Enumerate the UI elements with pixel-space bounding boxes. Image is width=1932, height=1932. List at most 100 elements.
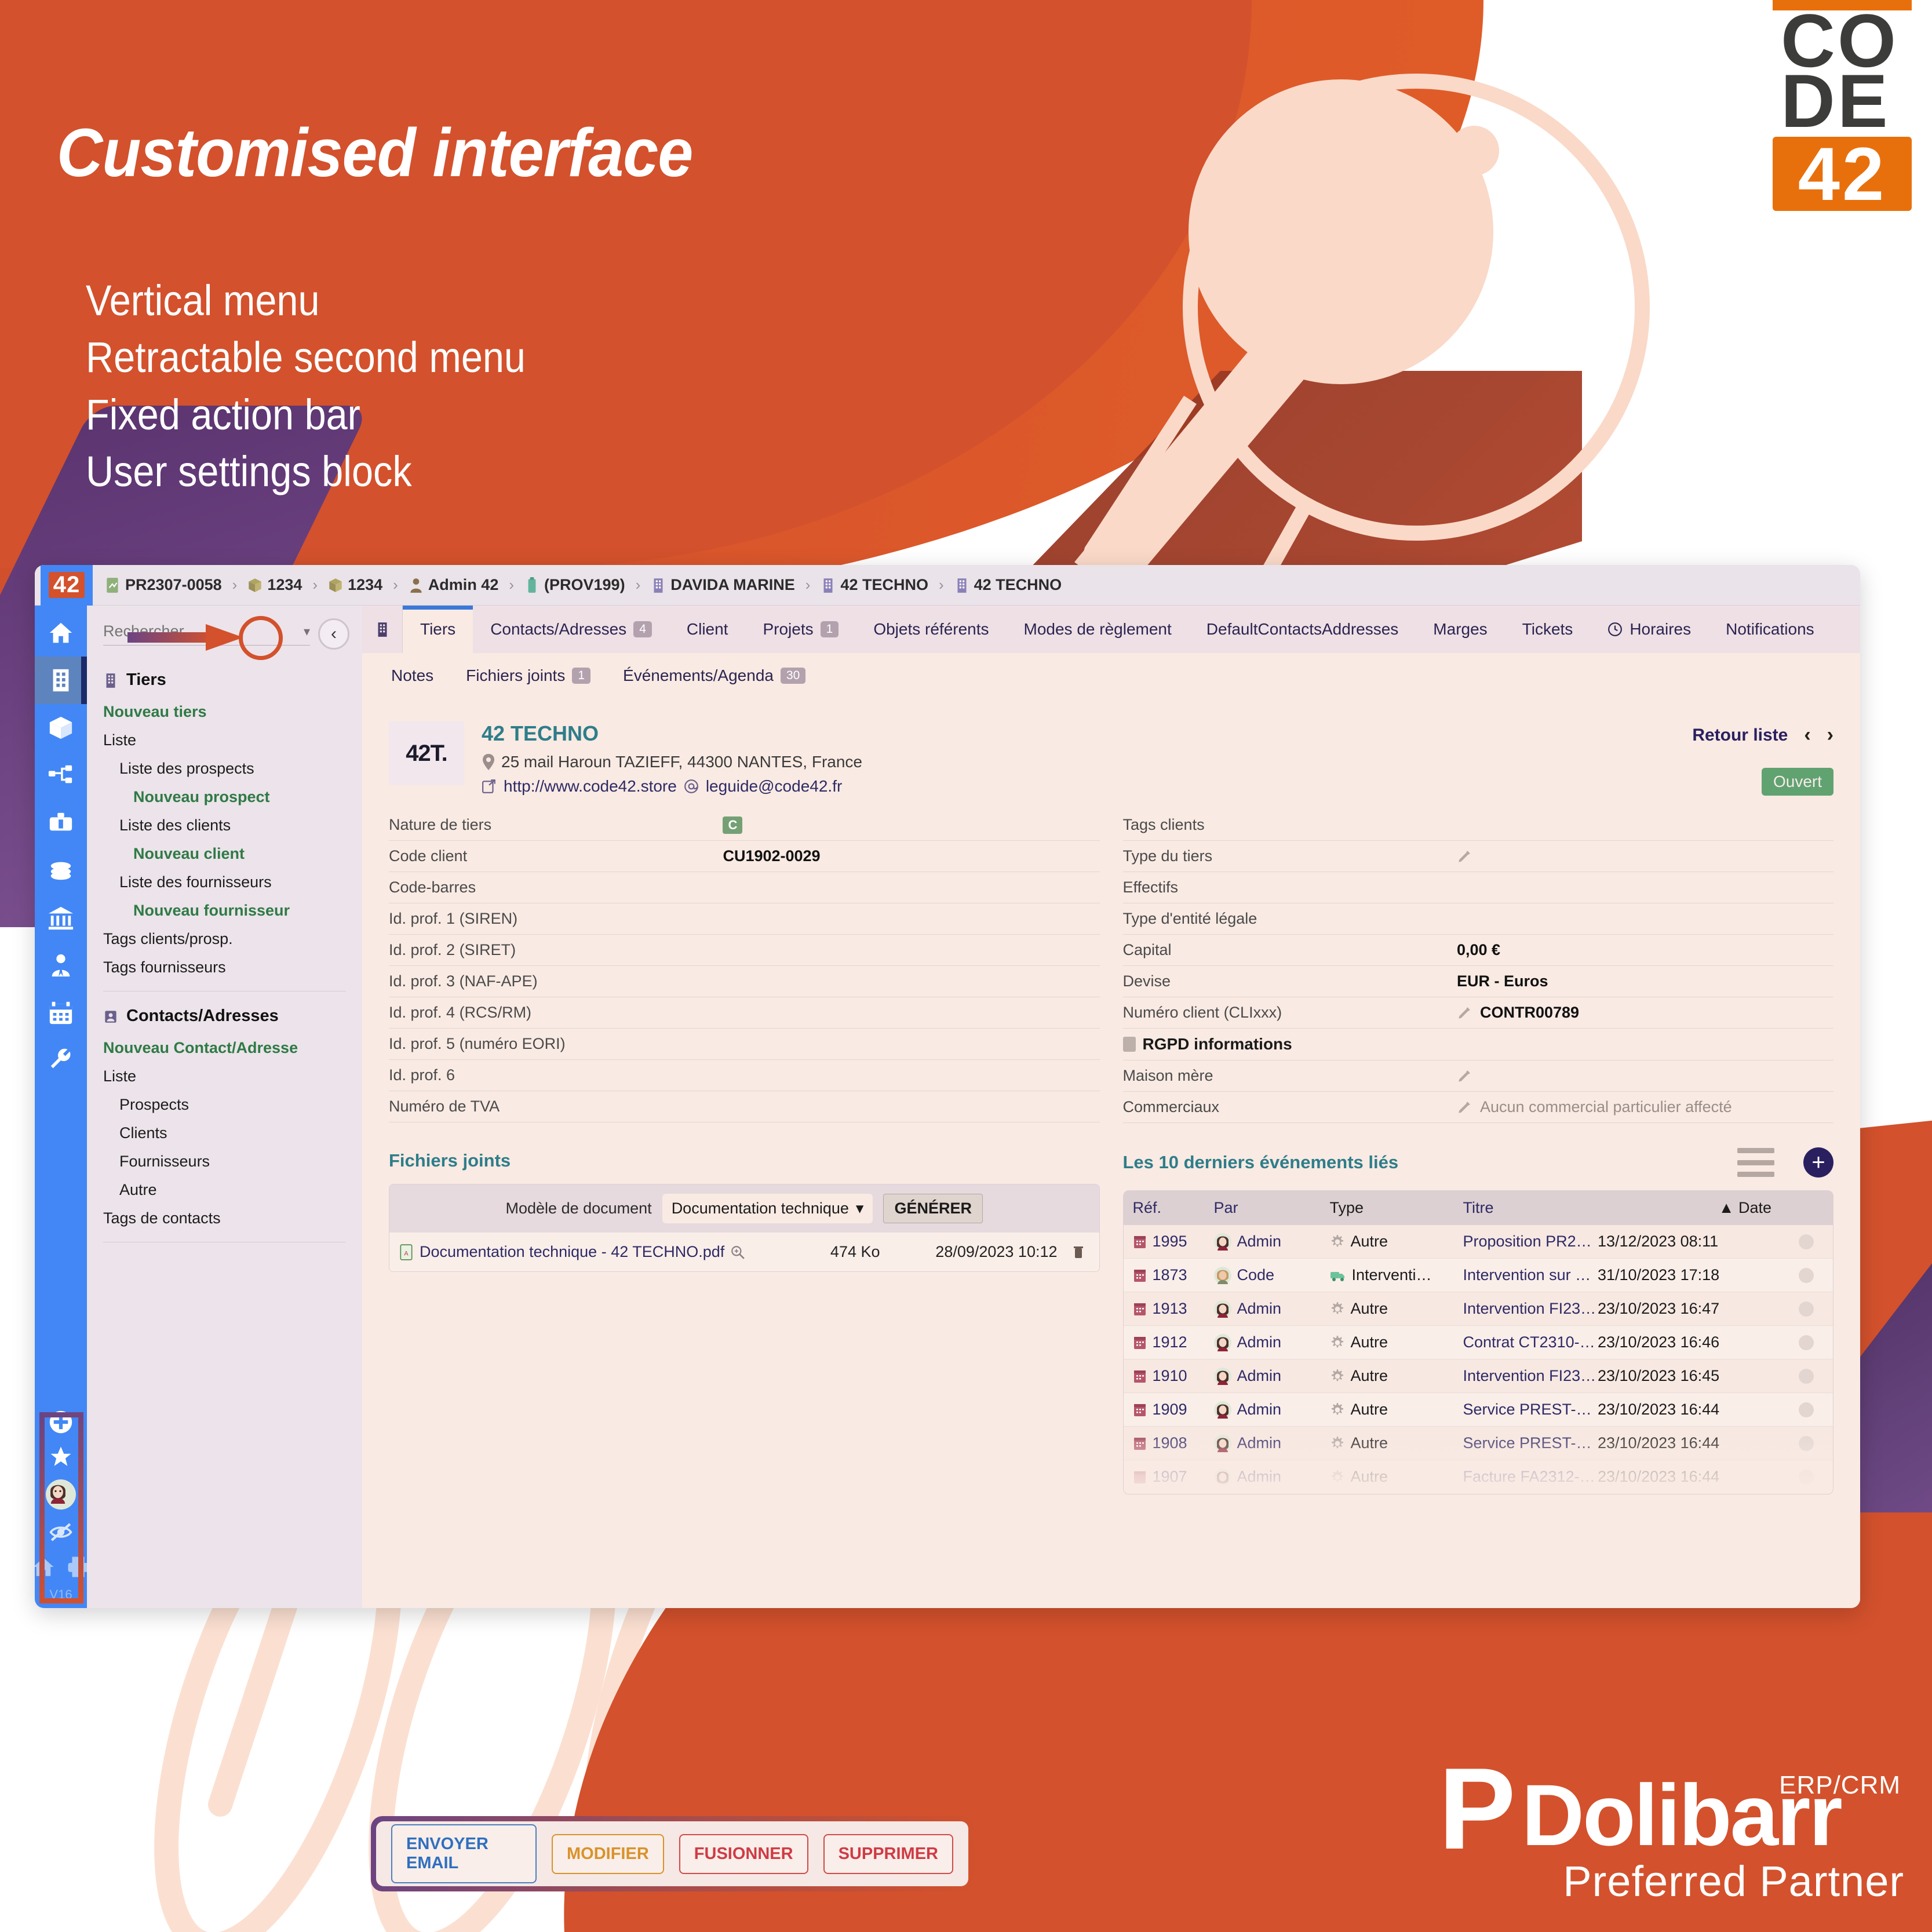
merge-button[interactable]: FUSIONNER [679,1833,808,1874]
column-header-titre[interactable]: Titre [1463,1199,1598,1217]
back-to-list-link[interactable]: Retour liste [1692,726,1788,745]
tab-evenements-agenda[interactable]: Événements/Agenda 30 [607,653,822,698]
cell-actions[interactable] [1789,1234,1824,1249]
sidebar-item-nouveau-client[interactable]: Nouveau client [87,840,362,868]
sidebar-item-liste-clients[interactable]: Liste des clients [87,811,362,840]
cell-actions[interactable] [1789,1402,1824,1417]
sidebar-item-nouveau-prospect[interactable]: Nouveau prospect [87,783,362,811]
cell-par[interactable]: Admin [1213,1401,1330,1419]
sidebar-item-nouveau-contact[interactable]: Nouveau Contact/Adresse [87,1034,362,1062]
column-header-par[interactable]: Par [1214,1199,1330,1217]
table-row[interactable]: 1873 Code Interventi… Intervention sur s… [1123,1259,1833,1292]
generate-button[interactable]: GÉNÉRER [883,1194,983,1223]
send-email-button[interactable]: ENVOYER EMAIL [391,1824,537,1883]
cell-ref[interactable]: 1907 [1133,1468,1214,1486]
list-view-button[interactable] [1737,1148,1774,1177]
table-row[interactable]: 1909 Admin Autre Service PREST-1H du Con… [1123,1393,1833,1427]
tab-horaires[interactable]: Horaires [1590,606,1708,653]
cell-ref[interactable]: 1873 [1133,1266,1214,1284]
rail-item-bank[interactable] [35,894,87,942]
column-header-ref[interactable]: Réf. [1133,1199,1214,1217]
tab-contacts-adresses[interactable]: Contacts/Adresses 4 [473,606,669,653]
table-row[interactable]: 1907 Admin Autre Facture FA2312-0405 val… [1123,1460,1833,1494]
tab-marges[interactable]: Marges [1416,606,1504,653]
template-select[interactable]: Documentation technique ▾ [662,1194,873,1223]
cell-par[interactable]: Admin [1213,1367,1330,1385]
modify-button[interactable]: MODIFIER [552,1833,664,1874]
sidebar-item-contacts-clients[interactable]: Clients [87,1119,362,1147]
cell-titre[interactable]: Facture FA2312-0405 validée [1463,1468,1598,1486]
breadcrumb-item[interactable]: DAVIDA MARINE [651,576,795,594]
collapse-menu-button[interactable]: ‹ [318,618,349,650]
cell-actions[interactable] [1789,1301,1824,1317]
cell-par[interactable]: Code [1213,1266,1330,1284]
breadcrumb-item[interactable]: 42 TECHNO [821,576,928,594]
chevron-right-icon[interactable]: › [1827,724,1833,746]
cell-ref[interactable]: 1912 [1133,1333,1214,1351]
sidebar-item-tags-clients[interactable]: Tags clients/prosp. [87,925,362,953]
rail-item-companies[interactable] [35,657,87,704]
cell-par[interactable]: Admin [1213,1468,1330,1486]
column-header-date[interactable]: ▲ Date [1598,1199,1789,1217]
add-event-button[interactable]: + [1803,1147,1833,1178]
tab-projets[interactable]: Projets 1 [745,606,856,653]
breadcrumb-item[interactable]: Admin 42 [409,576,498,594]
sidebar-item-contacts-prospects[interactable]: Prospects [87,1091,362,1119]
chevron-down-icon[interactable]: ▾ [304,624,310,639]
rail-item-accounting[interactable] [35,847,87,894]
edit-pencil-icon[interactable] [1457,1005,1472,1020]
tab-objets-referents[interactable]: Objets référents [856,606,1006,653]
cell-titre[interactable]: Contrat CT2310-0130 validé [1463,1333,1598,1351]
breadcrumb-item[interactable]: (PROV199) [524,576,625,594]
sidebar-item-liste-prospects[interactable]: Liste des prospects [87,754,362,783]
breadcrumb-item[interactable]: 1234 [328,576,382,594]
rail-item-tools[interactable] [35,1037,87,1084]
edit-pencil-icon[interactable] [1457,849,1472,864]
tab-tiers[interactable]: Tiers [403,606,473,653]
tab-notes[interactable]: Notes [375,653,450,698]
website-link[interactable]: http://www.code42.store [504,777,677,796]
table-row[interactable]: 1910 Admin Autre Intervention FI2310-009… [1123,1359,1833,1393]
logout-icon[interactable] [49,1520,73,1544]
cell-ref[interactable]: 1910 [1133,1367,1214,1385]
chevron-left-icon[interactable]: ‹ [1804,724,1810,746]
app-logo[interactable]: 42 [41,565,93,606]
star-icon[interactable] [49,1445,73,1469]
sidebar-item-contacts-liste[interactable]: Liste [87,1062,362,1091]
cell-titre[interactable]: Proposition PR2307-0055 vali… [1463,1233,1598,1251]
rail-item-agenda[interactable] [35,989,87,1037]
cell-titre[interactable]: Intervention sur site [1463,1266,1598,1284]
rail-item-projects[interactable] [35,752,87,799]
table-row[interactable]: 1912 Admin Autre Contrat CT2310-0130 val… [1123,1326,1833,1359]
cell-ref[interactable]: 1908 [1133,1434,1214,1452]
cell-ref[interactable]: 1995 [1133,1233,1214,1251]
rail-item-products[interactable] [35,704,87,752]
delete-attachment-button[interactable] [1067,1244,1090,1260]
sidebar-item-contacts-autre[interactable]: Autre [87,1176,362,1204]
column-header-type[interactable]: Type [1330,1199,1463,1217]
cell-actions[interactable] [1789,1469,1824,1485]
cell-titre[interactable]: Intervention FI2310-0091 validée [1463,1300,1598,1318]
cell-actions[interactable] [1789,1267,1824,1283]
edit-pencil-icon[interactable] [1457,1069,1472,1084]
email-link[interactable]: leguide@code42.fr [706,777,842,796]
sidebar-item-tags-contacts[interactable]: Tags de contacts [87,1204,362,1233]
tab-notifications[interactable]: Notifications [1708,606,1832,653]
rail-item-commercial[interactable] [35,799,87,847]
table-row[interactable]: 1913 Admin Autre Intervention FI2310-009… [1123,1292,1833,1326]
cell-par[interactable]: Admin [1213,1434,1330,1452]
tab-default-contacts-addresses[interactable]: DefaultContactsAddresses [1189,606,1416,653]
plus-circle-icon[interactable] [49,1410,73,1434]
edit-pencil-icon[interactable] [1457,1100,1472,1115]
cell-actions[interactable] [1789,1435,1824,1451]
cell-titre[interactable]: Service PREST-1H du Contrat… [1463,1434,1598,1452]
cell-actions[interactable] [1789,1368,1824,1384]
tab-tickets[interactable]: Tickets [1505,606,1591,653]
cell-ref[interactable]: 1909 [1133,1401,1214,1419]
rail-item-hr[interactable] [35,942,87,989]
sidebar-item-contacts-fournisseurs[interactable]: Fournisseurs [87,1147,362,1176]
avatar[interactable] [46,1479,76,1510]
breadcrumb-item[interactable]: 1234 [247,576,302,594]
sidebar-item-liste[interactable]: Liste [87,726,362,754]
zoom-preview-icon[interactable] [730,1245,745,1260]
